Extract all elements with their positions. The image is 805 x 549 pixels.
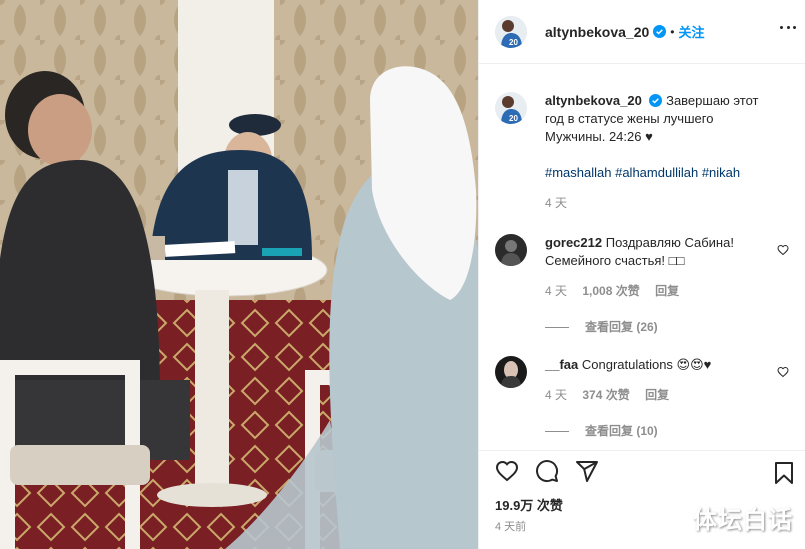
- replies-divider: [545, 326, 569, 328]
- caption-body: altynbekova_20 Завершаю этот год в стату…: [545, 92, 775, 212]
- heart-icon[interactable]: [495, 459, 519, 483]
- caption-avatar[interactable]: 20: [495, 92, 527, 124]
- view-replies-label: 查看回复 (26): [585, 320, 658, 334]
- post-photo[interactable]: [0, 0, 478, 549]
- author-avatar[interactable]: 20: [495, 15, 527, 48]
- replies-divider: [545, 430, 569, 432]
- verified-badge-icon: [649, 94, 663, 107]
- posted-time[interactable]: 4 天前: [495, 518, 526, 534]
- comment-item: gorec212 Поздравляю Сабина! Семейного сч…: [495, 234, 795, 334]
- wedding-photo-illustration: [0, 0, 478, 549]
- comment-time: 4 天: [545, 284, 568, 298]
- like-count[interactable]: 19.9万 次赞: [495, 495, 563, 514]
- comment-body: gorec212 Поздравляю Сабина! Семейного сч…: [545, 234, 775, 336]
- heart-small-icon[interactable]: [777, 244, 789, 256]
- svg-text:20: 20: [509, 38, 518, 47]
- post-detail-panel: 20 altynbekova_20 • 关注 20 altynbekova_20…: [478, 0, 805, 549]
- comments-list[interactable]: 20 altynbekova_20 Завершаю этот год в ст…: [479, 80, 805, 450]
- more-options-icon[interactable]: [780, 26, 796, 30]
- caption-time: 4 天: [545, 194, 775, 212]
- caption-time-text: 4 天: [545, 196, 568, 210]
- bookmark-icon[interactable]: [772, 461, 796, 485]
- comment-username[interactable]: __faa: [545, 357, 578, 372]
- comment-meta: 4 天 374 次赞 回复: [545, 386, 775, 404]
- view-replies-label: 查看回复 (10): [585, 424, 658, 438]
- view-replies-button[interactable]: 查看回复 (26): [545, 318, 775, 336]
- separator-dot: •: [670, 24, 675, 39]
- post-header: 20 altynbekova_20 • 关注: [479, 0, 805, 64]
- watermark-text: 体坛白话: [693, 506, 793, 534]
- comment-likes[interactable]: 1,008 次赞: [582, 284, 639, 298]
- follow-button[interactable]: 关注: [679, 22, 705, 41]
- svg-text:20: 20: [509, 114, 518, 123]
- author-username[interactable]: altynbekova_20: [545, 24, 649, 40]
- comment-time: 4 天: [545, 388, 568, 402]
- reply-button[interactable]: 回复: [645, 388, 669, 402]
- commenter-avatar[interactable]: [495, 356, 527, 388]
- caption-hashtags[interactable]: #mashallah #alhamdullilah #nikah: [545, 164, 775, 182]
- share-icon[interactable]: [575, 459, 599, 483]
- comment-likes[interactable]: 374 次赞: [582, 388, 629, 402]
- comment-username[interactable]: gorec212: [545, 235, 602, 250]
- commenter-avatar[interactable]: [495, 234, 527, 266]
- comment-item: __faa Congratulations 😍😍♥ 4 天 374 次赞 回复 …: [495, 356, 795, 450]
- action-icons: [495, 459, 599, 483]
- save-button[interactable]: [772, 461, 796, 490]
- reply-button[interactable]: 回复: [655, 284, 679, 298]
- comment-icon[interactable]: [535, 459, 559, 483]
- comment-body: __faa Congratulations 😍😍♥ 4 天 374 次赞 回复 …: [545, 356, 775, 440]
- view-replies-button[interactable]: 查看回复 (10): [545, 422, 775, 440]
- caption-username[interactable]: altynbekova_20: [545, 93, 642, 108]
- comment-text: Congratulations 😍😍♥: [581, 357, 712, 372]
- verified-badge-icon: [653, 25, 667, 38]
- heart-small-icon[interactable]: [777, 366, 789, 378]
- comment-meta: 4 天 1,008 次赞 回复: [545, 282, 775, 300]
